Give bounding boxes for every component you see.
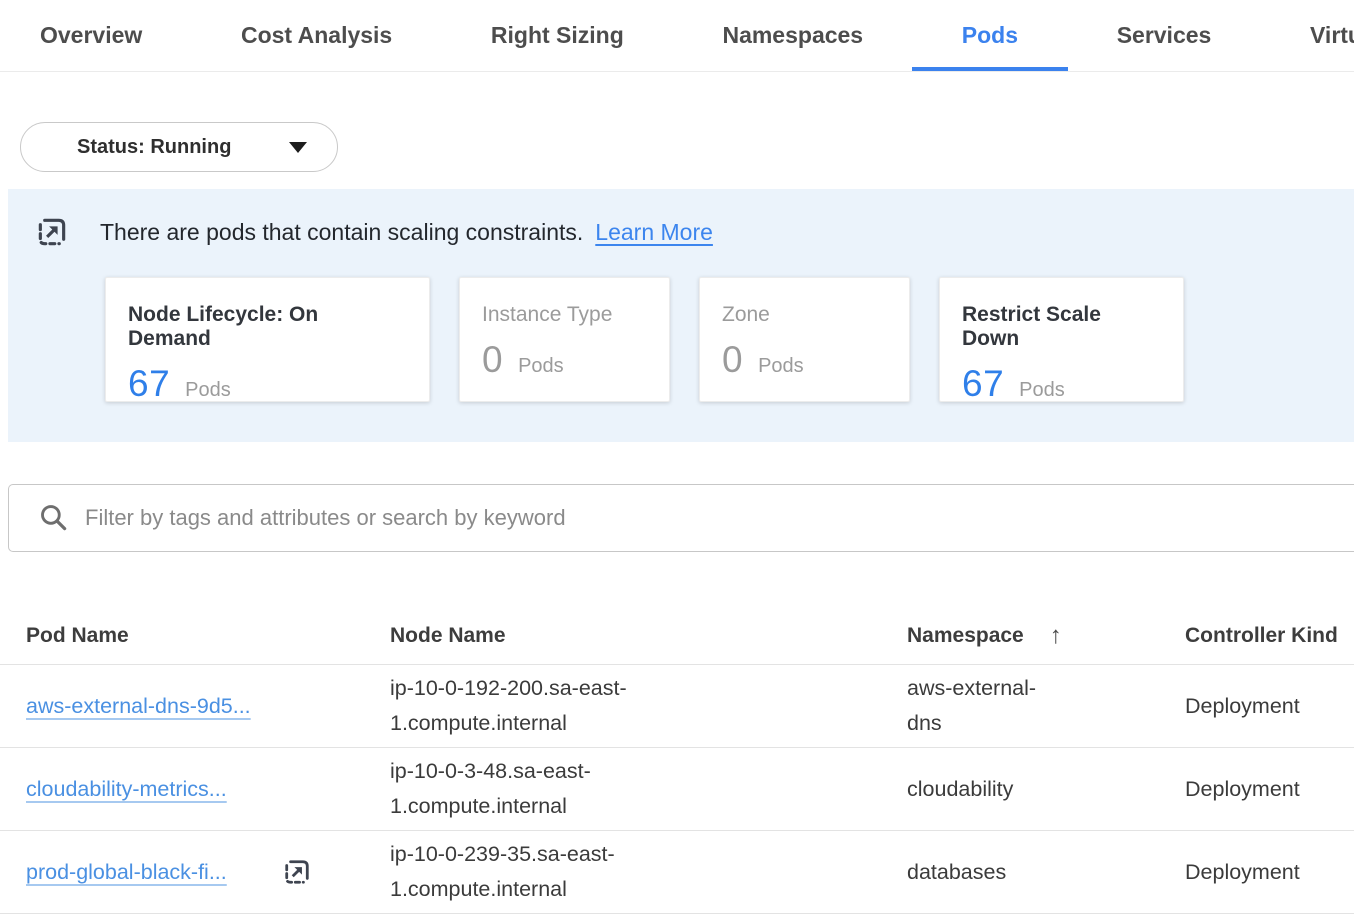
tab-bar: Overview Cost Analysis Right Sizing Name…	[0, 0, 1354, 72]
column-header-namespace[interactable]: Namespace ↑	[907, 622, 1185, 650]
node-name-cell: ip-10-0-239-35.sa-east- 1.compute.intern…	[390, 837, 907, 907]
tab-overview[interactable]: Overview	[34, 0, 148, 71]
constraint-cards: Node Lifecycle: On Demand 67 Pods Instan…	[105, 277, 1354, 402]
tab-virtual[interactable]: Virtu	[1304, 0, 1354, 71]
banner-message: There are pods that contain scaling cons…	[100, 219, 583, 246]
pod-name-cell: prod-global-black-fi...	[26, 857, 390, 887]
card-unit: Pods	[758, 355, 804, 378]
pod-name-link[interactable]: prod-global-black-fi...	[26, 860, 227, 885]
column-header-pod-name[interactable]: Pod Name	[26, 624, 390, 648]
tab-namespaces[interactable]: Namespaces	[716, 0, 869, 71]
scaling-constraint-icon	[35, 215, 69, 249]
card-value: 67	[128, 363, 170, 405]
node-name-cell: ip-10-0-192-200.sa-east- 1.compute.inter…	[390, 671, 907, 741]
scaling-constraints-banner: There are pods that contain scaling cons…	[8, 189, 1354, 442]
pod-name-cell: cloudability-metrics...	[26, 777, 390, 802]
namespace-cell: aws-external- dns	[907, 671, 1185, 741]
column-header-controller-kind[interactable]: Controller Kind	[1185, 624, 1354, 648]
namespace-cell: databases	[907, 855, 1185, 890]
pod-name-link[interactable]: cloudability-metrics...	[26, 777, 227, 802]
card-unit: Pods	[518, 355, 564, 378]
controller-kind-cell: Deployment	[1185, 777, 1354, 802]
card-value: 67	[962, 363, 1004, 405]
filter-search-bar	[8, 484, 1354, 552]
card-title: Zone	[722, 303, 885, 327]
status-filter-dropdown[interactable]: Status: Running	[20, 122, 338, 172]
card-title: Instance Type	[482, 303, 645, 327]
tab-right-sizing[interactable]: Right Sizing	[485, 0, 630, 71]
card-restrict-scale-down[interactable]: Restrict Scale Down 67 Pods	[939, 277, 1184, 402]
search-input[interactable]	[85, 505, 1354, 531]
pod-name-cell: aws-external-dns-9d5...	[26, 694, 390, 719]
table-row: aws-external-dns-9d5... ip-10-0-192-200.…	[0, 664, 1354, 747]
card-title: Node Lifecycle: On Demand	[128, 303, 405, 351]
card-value: 0	[722, 339, 743, 381]
pod-name-link[interactable]: aws-external-dns-9d5...	[26, 694, 251, 719]
card-instance-type[interactable]: Instance Type 0 Pods	[459, 277, 670, 402]
table-header-row: Pod Name Node Name Namespace ↑ Controlle…	[0, 608, 1354, 664]
controller-kind-cell: Deployment	[1185, 694, 1354, 719]
table-row: cloudability-metrics... ip-10-0-3-48.sa-…	[0, 747, 1354, 830]
column-header-node-name[interactable]: Node Name	[390, 624, 907, 648]
sort-ascending-icon: ↑	[1050, 622, 1062, 650]
card-title: Restrict Scale Down	[962, 303, 1159, 351]
node-name-cell: ip-10-0-3-48.sa-east- 1.compute.internal	[390, 754, 907, 824]
tab-pods[interactable]: Pods	[956, 0, 1024, 71]
chevron-down-icon	[289, 142, 307, 153]
scaling-constraint-icon[interactable]	[282, 857, 312, 887]
tab-services[interactable]: Services	[1111, 0, 1218, 71]
search-icon	[39, 503, 69, 533]
controller-kind-cell: Deployment	[1185, 860, 1354, 885]
status-filter-label: Status: Running	[77, 136, 231, 159]
learn-more-link[interactable]: Learn More	[595, 219, 713, 246]
card-value: 0	[482, 339, 503, 381]
card-unit: Pods	[185, 379, 231, 402]
card-node-lifecycle[interactable]: Node Lifecycle: On Demand 67 Pods	[105, 277, 430, 402]
card-zone[interactable]: Zone 0 Pods	[699, 277, 910, 402]
namespace-cell: cloudability	[907, 772, 1185, 807]
pods-table: Pod Name Node Name Namespace ↑ Controlle…	[0, 608, 1354, 916]
card-unit: Pods	[1019, 379, 1065, 402]
tab-cost-analysis[interactable]: Cost Analysis	[235, 0, 398, 71]
table-row: prod-global-black-fi... ip-10-0-239-35.s…	[0, 830, 1354, 913]
